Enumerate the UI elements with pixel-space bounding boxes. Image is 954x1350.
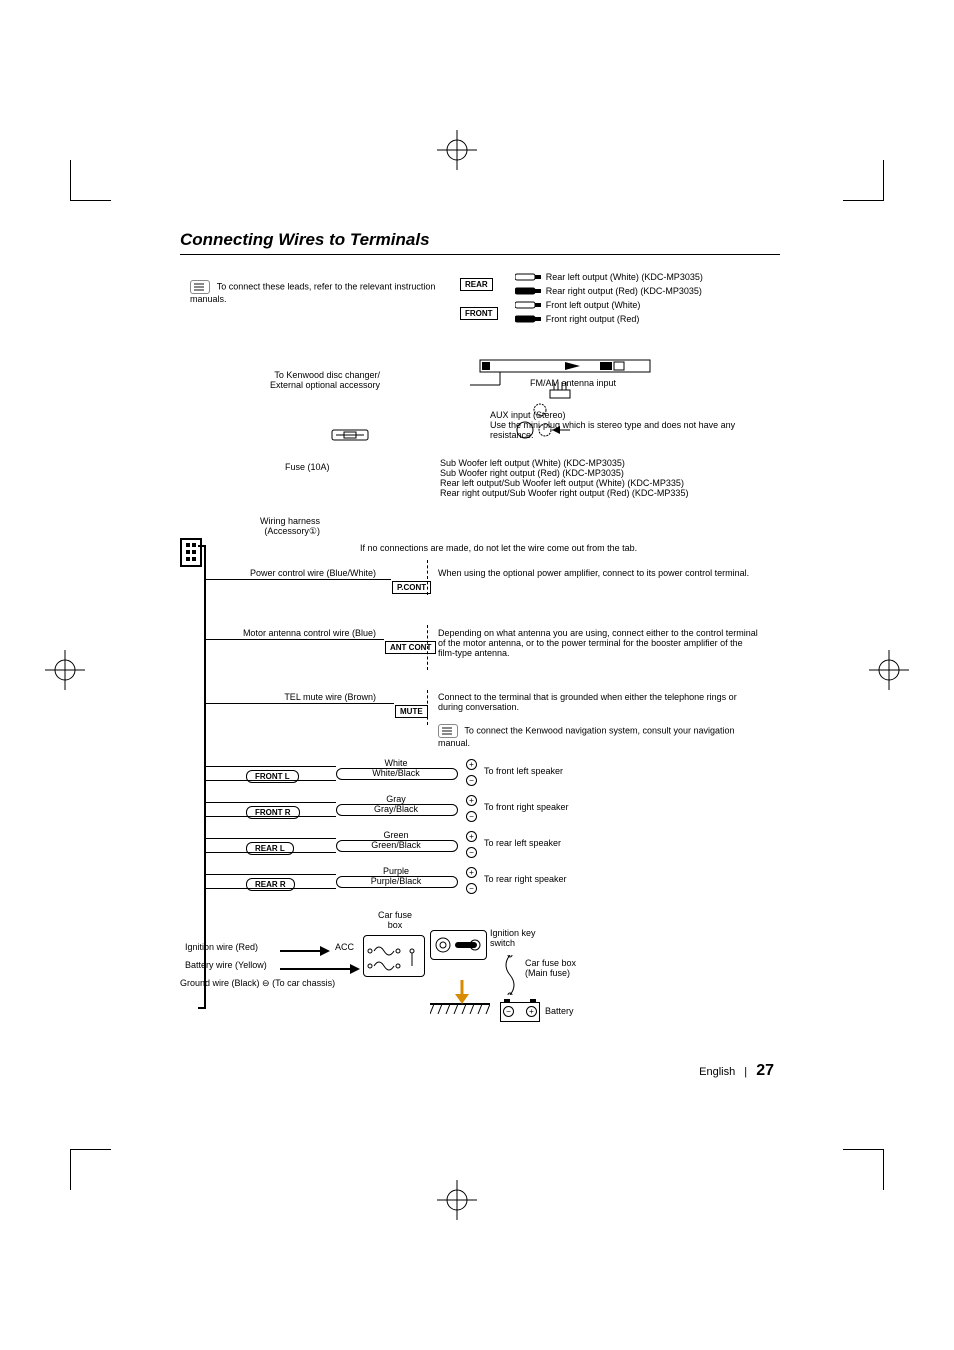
speaker-color2: Gray/Black bbox=[336, 804, 456, 814]
speaker-tag: FRONT R bbox=[246, 806, 300, 819]
crop-mark bbox=[843, 160, 884, 201]
mute-name: TEL mute wire (Brown) bbox=[206, 692, 376, 702]
crop-mark bbox=[843, 1149, 884, 1190]
speaker-dest: To rear left speaker bbox=[484, 838, 561, 848]
page-title: Connecting Wires to Terminals bbox=[180, 230, 780, 250]
arrow-icon bbox=[280, 964, 360, 977]
battery-wire-label: Battery wire (Yellow) bbox=[185, 960, 267, 970]
speaker-block: FRONT L White White/Black + − To front l… bbox=[206, 760, 766, 904]
rear-right-sw: Rear right output/Sub Woofer right outpu… bbox=[440, 488, 780, 498]
pcont-desc: When using the optional power amplifier,… bbox=[438, 568, 758, 578]
plus-icon: + bbox=[466, 759, 477, 770]
pcont-name: Power control wire (Blue/White) bbox=[206, 568, 376, 578]
disc-changer-label: To Kenwood disc changer/ External option… bbox=[240, 370, 380, 390]
ignition-wire-label: Ignition wire (Red) bbox=[185, 942, 258, 952]
speaker-dest: To rear right speaker bbox=[484, 874, 567, 884]
note-icon bbox=[438, 724, 458, 738]
minus-icon: − bbox=[466, 883, 477, 894]
front-right-output: Front right output (Red) bbox=[546, 314, 640, 324]
plus-icon: + bbox=[466, 831, 477, 842]
intro-note-text: To connect these leads, refer to the rel… bbox=[190, 282, 435, 304]
subwoofer-block: Sub Woofer left output (White) (KDC-MP30… bbox=[440, 458, 780, 498]
mute-nav-text: To connect the Kenwood navigation system… bbox=[438, 725, 735, 748]
crop-mark bbox=[70, 1149, 111, 1190]
speaker-tag: REAR L bbox=[246, 842, 294, 855]
fuse-box-icon bbox=[363, 935, 425, 977]
crop-mark bbox=[70, 160, 111, 201]
plus-icon: + bbox=[466, 795, 477, 806]
sw-right: Sub Woofer right output (Red) (KDC-MP303… bbox=[440, 468, 780, 478]
antcont-tag: ANT CONT bbox=[385, 641, 436, 654]
speaker-color1: Green bbox=[336, 830, 456, 840]
registration-mark bbox=[437, 130, 477, 170]
aux-block: AUX input (Stereo) Use the mini-plug whi… bbox=[490, 410, 740, 440]
rear-left-sw: Rear left output/Sub Woofer left output … bbox=[440, 478, 780, 488]
fuse-icon bbox=[330, 426, 370, 447]
minus-icon: − bbox=[466, 775, 477, 786]
speaker-color2: Purple/Black bbox=[336, 876, 456, 886]
registration-mark bbox=[437, 1180, 477, 1220]
ignition-key-label: Ignition key switch bbox=[490, 928, 550, 948]
fuse-label: Fuse (10A) bbox=[285, 462, 330, 472]
footer-page: 27 bbox=[756, 1062, 774, 1079]
rear-label: REAR bbox=[460, 278, 493, 291]
harness-label: Wiring harness (Accessory①) bbox=[220, 516, 320, 537]
speaker-dest: To front right speaker bbox=[484, 802, 569, 812]
no-connection-note: If no connections are made, do not let t… bbox=[360, 543, 760, 553]
speaker-color1: Purple bbox=[336, 866, 456, 876]
front-left-output: Front left output (White) bbox=[546, 300, 641, 310]
mute-dash bbox=[427, 690, 428, 725]
front-label: FRONT bbox=[460, 307, 498, 320]
registration-mark bbox=[869, 650, 909, 690]
speaker-color1: White bbox=[336, 758, 456, 768]
mute-desc: Connect to the terminal that is grounded… bbox=[438, 692, 758, 712]
power-block: Car fuse box Ignition key switch bbox=[180, 910, 740, 1030]
main-fuse-icon bbox=[500, 955, 520, 998]
battery-label: Battery bbox=[545, 1006, 574, 1016]
ground-wire-label: Ground wire (Black) ⊖ (To car chassis) bbox=[180, 978, 335, 989]
rear-front-labels: REAR FRONT bbox=[460, 278, 498, 320]
antcont-desc: Depending on what antenna you are using,… bbox=[438, 628, 758, 658]
acc-label: ACC bbox=[335, 942, 354, 952]
antcont-line bbox=[206, 639, 384, 640]
main-fuse-label: Car fuse box (Main fuse) bbox=[525, 958, 595, 978]
output-list: Rear left output (White) (KDC-MP3035) Re… bbox=[515, 272, 703, 328]
ignition-switch-icon bbox=[430, 930, 487, 960]
title-rule bbox=[180, 254, 780, 255]
rear-left-output: Rear left output (White) (KDC-MP3035) bbox=[546, 272, 703, 282]
antenna-input-label: FM/AM antenna input bbox=[530, 378, 616, 388]
mute-line bbox=[206, 703, 394, 704]
rear-right-output: Rear right output (Red) (KDC-MP3035) bbox=[546, 286, 702, 296]
pcont-line bbox=[206, 579, 391, 580]
note-icon bbox=[190, 280, 210, 294]
mute-nav-note: To connect the Kenwood navigation system… bbox=[438, 724, 758, 748]
footer-lang: English bbox=[699, 1066, 735, 1078]
speaker-tag: FRONT L bbox=[246, 770, 299, 783]
minus-icon: − bbox=[466, 847, 477, 858]
pcont-dash bbox=[427, 560, 428, 595]
speaker-color1: Gray bbox=[336, 794, 456, 804]
unit-drawing bbox=[470, 350, 660, 460]
plus-icon: + bbox=[466, 867, 477, 878]
car-fuse-box-label: Car fuse box bbox=[370, 910, 420, 930]
battery-icon: + − bbox=[500, 1002, 540, 1022]
antcont-dash bbox=[427, 625, 428, 670]
aux-title: AUX input (Stereo) bbox=[490, 410, 740, 420]
speaker-color2: White/Black bbox=[336, 768, 456, 778]
speaker-dest: To front left speaker bbox=[484, 766, 563, 776]
arrow-icon bbox=[280, 946, 330, 959]
intro-note: To connect these leads, refer to the rel… bbox=[190, 280, 440, 305]
sw-left: Sub Woofer left output (White) (KDC-MP30… bbox=[440, 458, 780, 468]
speaker-tag: REAR R bbox=[246, 878, 295, 891]
antcont-name: Motor antenna control wire (Blue) bbox=[206, 628, 376, 638]
speaker-color2: Green/Black bbox=[336, 840, 456, 850]
registration-mark bbox=[45, 650, 85, 690]
page-footer: English | 27 bbox=[699, 1062, 774, 1080]
ground-arrow-icon bbox=[455, 980, 469, 1007]
minus-icon: − bbox=[466, 811, 477, 822]
aux-desc: Use the mini-plug which is stereo type a… bbox=[490, 420, 740, 440]
pcont-tag: P.CONT bbox=[392, 581, 431, 594]
mute-tag: MUTE bbox=[395, 705, 428, 718]
